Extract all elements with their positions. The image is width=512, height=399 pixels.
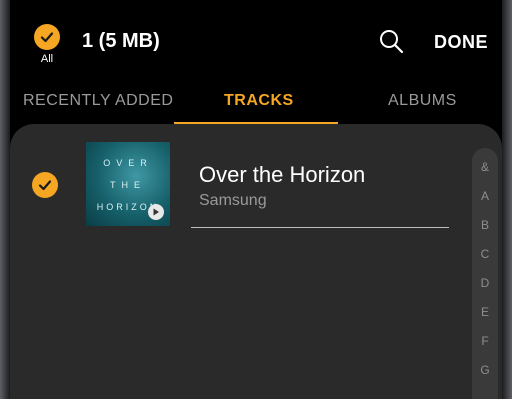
tab-tracks[interactable]: TRACKS <box>224 92 294 110</box>
index-letter[interactable]: E <box>472 305 498 319</box>
alphabet-index-scroller[interactable]: & A B C D E F G <box>472 148 498 399</box>
app-bar: All 1 (5 MB) DONE <box>10 0 502 82</box>
index-letter[interactable]: G <box>472 363 498 377</box>
index-letter[interactable]: F <box>472 334 498 348</box>
index-letter[interactable]: & <box>472 160 498 174</box>
row-divider <box>191 227 449 228</box>
tab-recently-added[interactable]: RECENTLY ADDED <box>23 92 173 110</box>
check-icon <box>32 172 58 198</box>
index-letter[interactable]: C <box>472 247 498 261</box>
track-artist: Samsung <box>199 192 267 209</box>
check-icon <box>34 24 60 50</box>
track-list: OVER THE HORIZON Over the Horizon Samsun… <box>10 124 502 399</box>
device-frame-left <box>0 0 10 399</box>
selection-count: 1 (5 MB) <box>82 30 160 52</box>
search-icon <box>380 30 404 54</box>
select-all-toggle[interactable]: All <box>32 24 62 65</box>
track-select-checkbox[interactable] <box>32 172 58 198</box>
tab-bar: RECENTLY ADDED TRACKS ALBUMS <box>10 82 502 126</box>
album-art-text: THE <box>110 180 146 190</box>
album-art[interactable]: OVER THE HORIZON <box>86 142 170 226</box>
play-icon[interactable] <box>148 204 164 220</box>
track-title[interactable]: Over the Horizon <box>199 162 365 188</box>
index-letter[interactable]: B <box>472 218 498 232</box>
done-button[interactable]: DONE <box>434 32 488 53</box>
select-all-label: All <box>40 53 54 65</box>
index-letter[interactable]: A <box>472 189 498 203</box>
search-button[interactable] <box>378 28 406 56</box>
device-frame-right <box>502 0 512 399</box>
index-letter[interactable]: D <box>472 276 498 290</box>
album-art-text: OVER <box>103 158 153 168</box>
tab-albums[interactable]: ALBUMS <box>388 92 457 110</box>
